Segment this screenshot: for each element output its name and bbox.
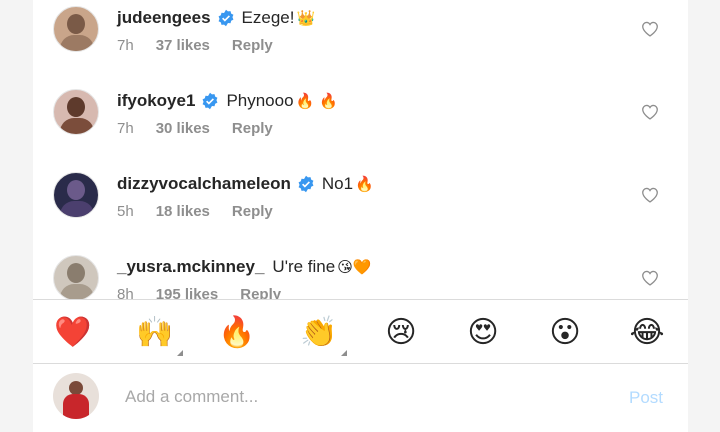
reaction-crying-face[interactable]: 😢 (379, 310, 423, 354)
comment-time: 7h (117, 37, 134, 54)
comment-username[interactable]: judeengees (117, 8, 211, 28)
comment-time: 8h (117, 286, 134, 300)
reply-button[interactable]: Reply (232, 120, 273, 137)
verified-badge-icon (218, 9, 233, 27)
comment-text: No1 (321, 174, 354, 193)
clapping-hands-icon: 👏 (300, 314, 338, 350)
reaction-tears-of-joy[interactable]: 😂 (625, 310, 669, 354)
comment-username[interactable]: _yusra.mckinney_ (117, 257, 264, 277)
comment-item: dizzyvocalchameleon No1 🔥 5h 18 likes Re… (33, 166, 688, 249)
raising-hands-icon: 🙌 (136, 314, 174, 350)
comment-item: _yusra.mckinney_ U're fine 😘🧡 8h 195 lik… (33, 249, 688, 300)
like-heart-icon[interactable] (641, 187, 659, 203)
comments-screen: judeengees Ezege! 👑 7h 37 likes Reply if… (33, 0, 688, 432)
skin-tone-indicator-icon (177, 350, 183, 356)
comment-likes[interactable]: 195 likes (156, 286, 219, 300)
comment-list: judeengees Ezege! 👑 7h 37 likes Reply if… (33, 0, 688, 300)
avatar[interactable] (53, 89, 99, 135)
comment-text: U're fine (272, 257, 336, 276)
avatar[interactable] (53, 172, 99, 218)
comment-text: Phynooo (226, 91, 294, 110)
comment-emoji: 🔥 🔥 (295, 92, 338, 110)
skin-tone-indicator-icon (341, 350, 347, 356)
reaction-heart-eyes[interactable]: 😍 (461, 310, 505, 354)
comment-emoji: 👑 (296, 9, 316, 27)
comment-time: 7h (117, 120, 134, 137)
reaction-surprised-face[interactable]: 😮 (543, 310, 587, 354)
verified-badge-icon (203, 92, 218, 110)
reaction-fire[interactable]: 🔥 (215, 310, 259, 354)
like-heart-icon[interactable] (641, 270, 659, 286)
avatar[interactable] (53, 6, 99, 52)
avatar[interactable] (53, 255, 99, 300)
comment-likes[interactable]: 18 likes (156, 203, 210, 220)
comment-item: judeengees Ezege! 👑 7h 37 likes Reply (33, 0, 688, 83)
like-heart-icon[interactable] (641, 21, 659, 37)
comment-emoji: 😘🧡 (337, 258, 372, 276)
reaction-red-heart[interactable]: ❤️ (51, 310, 95, 354)
comment-item: ifyokoye1 Phynooo 🔥 🔥 7h 30 likes Reply (33, 83, 688, 166)
comment-input[interactable] (125, 384, 595, 410)
post-button[interactable]: Post (629, 388, 663, 408)
reaction-clapping-hands[interactable]: 👏 (297, 310, 347, 356)
comment-composer: Post (33, 364, 688, 432)
quick-reactions-bar: ❤️ 🙌 🔥 👏 😢 😍 😮 😂 (33, 300, 688, 362)
reply-button[interactable]: Reply (232, 37, 273, 54)
comment-emoji: 🔥 (355, 175, 374, 193)
comment-text: Ezege! (241, 8, 295, 27)
comment-time: 5h (117, 203, 134, 220)
reply-button[interactable]: Reply (232, 203, 273, 220)
reaction-raising-hands[interactable]: 🙌 (133, 310, 183, 356)
reply-button[interactable]: Reply (240, 286, 281, 300)
comment-username[interactable]: dizzyvocalchameleon (117, 174, 291, 194)
comment-likes[interactable]: 37 likes (156, 37, 210, 54)
like-heart-icon[interactable] (641, 104, 659, 120)
comment-likes[interactable]: 30 likes (156, 120, 210, 137)
comment-username[interactable]: ifyokoye1 (117, 91, 195, 111)
my-avatar (53, 373, 99, 419)
verified-badge-icon (298, 175, 314, 193)
